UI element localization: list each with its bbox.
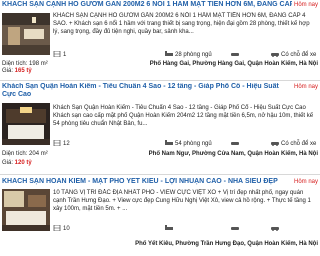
price-value: 165 tỷ	[14, 68, 32, 74]
price-value: 120 tỷ	[14, 160, 32, 166]
bath-info	[231, 51, 241, 60]
floors-info: 12	[53, 139, 70, 149]
divider	[0, 174, 320, 175]
listing-thumbnail[interactable]	[2, 103, 50, 145]
bath-icon	[231, 225, 239, 231]
bath-info	[231, 225, 241, 234]
bath-icon	[231, 51, 239, 57]
bed-icon	[165, 51, 173, 57]
bed-icon	[165, 225, 173, 231]
area-value: 204 m²	[29, 151, 48, 157]
floors-icon	[53, 139, 61, 147]
listing-title[interactable]: KHÁCH SẠN CẠNH HỒ GƯƠM GẦN 200M2 6 NỔI 1…	[2, 1, 292, 9]
date-badge: Hôm nay	[293, 84, 318, 90]
rooms-info	[165, 225, 175, 234]
listing-title[interactable]: KHÁCH SẠN HOÀN KIẾM - MẶT PHỐ YẾT KIÊU -…	[2, 178, 292, 186]
bath-info	[231, 140, 241, 149]
bath-icon	[231, 140, 239, 146]
parking-info: Có chỗ để xe	[271, 51, 316, 60]
floors-icon	[53, 50, 61, 58]
listing-title[interactable]: Khách Sạn Quận Hoàn Kiếm - Tiêu Chuẩn 4 …	[2, 83, 292, 99]
listing-description: KHÁCH SẠN CẠNH HỒ GƯƠM GẦN 200M2 6 NỔI 1…	[53, 13, 310, 35]
rooms-info: 54 phòng ngủ	[165, 140, 212, 149]
date-badge: Hôm nay	[293, 2, 318, 8]
floors-icon	[53, 224, 61, 232]
date-badge: Hôm nay	[293, 179, 318, 185]
listing-thumbnail[interactable]	[2, 189, 50, 231]
price-label: Giá:	[2, 160, 15, 166]
parking-info: Có chỗ để xe	[271, 140, 316, 149]
bed-icon	[165, 140, 173, 146]
floors-info: 10	[53, 224, 70, 234]
listing-description: Khách Sạn Quận Hoàn Kiếm - Tiêu Chuẩn 4 …	[53, 105, 314, 127]
listing-2[interactable]: Khách Sạn Quận Hoàn Kiếm - Tiêu Chuẩn 4 …	[0, 83, 320, 169]
car-icon	[271, 225, 279, 232]
car-icon	[271, 140, 279, 147]
rooms-info: 28 phòng ngủ	[165, 51, 212, 60]
floors-info: 1	[53, 50, 66, 60]
parking-info	[271, 225, 281, 234]
listing-1[interactable]: KHÁCH SẠN CẠNH HỒ GƯƠM GẦN 200M2 6 NỔI 1…	[0, 1, 320, 75]
price-label: Giá:	[2, 68, 15, 74]
listing-address: Phố Yết Kiêu, Phường Trần Hưng Đạo, Quận…	[135, 241, 318, 247]
listing-thumbnail[interactable]	[2, 13, 50, 55]
car-icon	[271, 51, 279, 58]
listing-3[interactable]: KHÁCH SẠN HOÀN KIẾM - MẶT PHỐ YẾT KIÊU -…	[0, 178, 320, 256]
divider	[0, 80, 320, 81]
listing-description: 10 TẦNG VỊ TRÍ ĐẮC ĐỊA NHẤT PHỐ - VIEW C…	[53, 190, 311, 212]
area-label: Diện tích:	[2, 151, 30, 157]
listing-address: Phố Nam Ngư, Phường Cửa Nam, Quận Hoàn K…	[148, 151, 318, 157]
